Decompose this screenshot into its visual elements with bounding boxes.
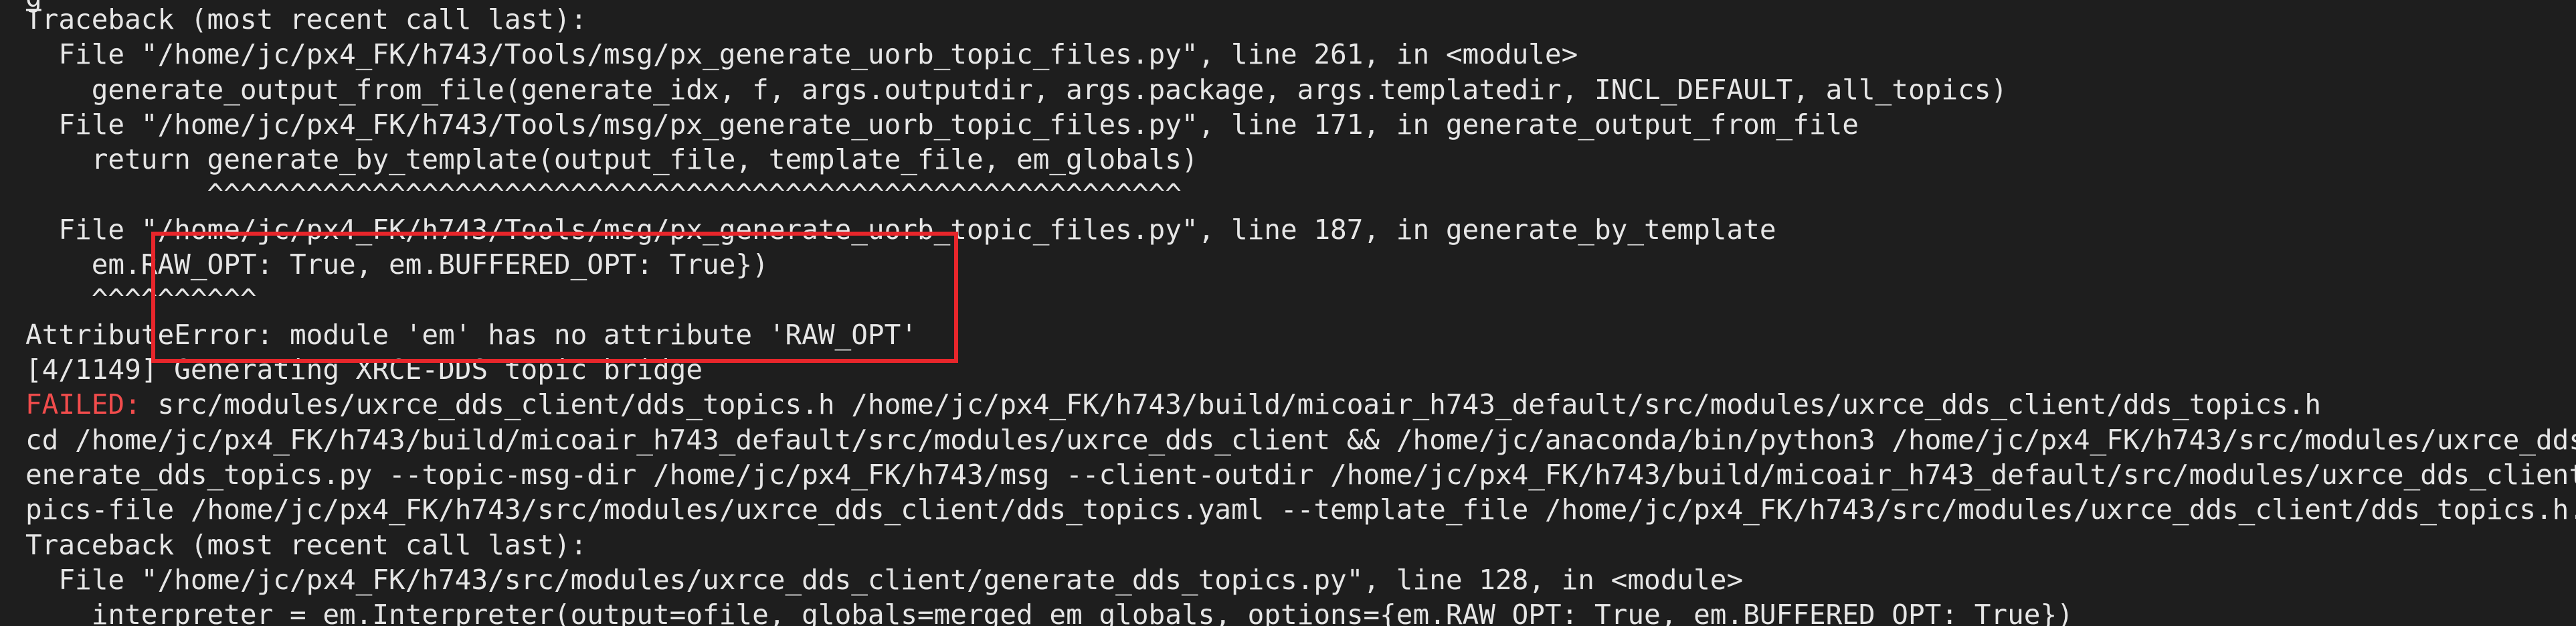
terminal-line-failed: FAILED: src/modules/uxrce_dds_client/dds…: [25, 387, 2321, 422]
terminal-line: Traceback (most recent call last):: [25, 2, 587, 37]
terminal-line: File "/home/jc/px4_FK/h743/Tools/msg/px_…: [25, 37, 1578, 72]
terminal-line-text: Traceback (most recent call last):: [25, 529, 587, 561]
terminal-line-text: File "/home/jc/px4_FK/h743/Tools/msg/px_…: [25, 38, 1578, 70]
terminal-line: enerate_dds_topics.py --topic-msg-dir /h…: [25, 457, 2576, 492]
terminal-line: AttributeError: module 'em' has no attri…: [25, 317, 917, 352]
terminal-line-text: pics-file /home/jc/px4_FK/h743/src/modul…: [25, 493, 2576, 526]
terminal-line-text: File "/home/jc/px4_FK/h743/Tools/msg/px_…: [25, 108, 1859, 141]
terminal-line-text: generate_output_from_file(generate_idx, …: [25, 74, 2008, 106]
terminal-line: ^^^^^^^^^^: [25, 282, 257, 317]
terminal-line: pics-file /home/jc/px4_FK/h743/src/modul…: [25, 492, 2576, 527]
terminal-line-text: [4/1149] Generating XRCE-DDS topic bridg…: [25, 354, 703, 386]
terminal-line: cd /home/jc/px4_FK/h743/build/micoair_h7…: [25, 422, 2576, 457]
terminal-line-text: ^^^^^^^^^^^^^^^^^^^^^^^^^^^^^^^^^^^^^^^^…: [25, 178, 1182, 210]
terminal-line: File "/home/jc/px4_FK/h743/src/modules/u…: [25, 562, 1743, 597]
terminal-line-text: interpreter = em.Interpreter(output=ofil…: [25, 599, 2074, 626]
terminal-line: File "/home/jc/px4_FK/h743/Tools/msg/px_…: [25, 212, 1776, 247]
terminal-line-text: em.RAW_OPT: True, em.BUFFERED_OPT: True}…: [25, 248, 769, 281]
terminal-line: ^^^^^^^^^^^^^^^^^^^^^^^^^^^^^^^^^^^^^^^^…: [25, 177, 1182, 212]
terminal-line: [4/1149] Generating XRCE-DDS topic bridg…: [25, 352, 703, 387]
terminal-line-text: return generate_by_template(output_file,…: [25, 143, 1198, 175]
terminal-line: return generate_by_template(output_file,…: [25, 142, 1198, 177]
terminal-line: Traceback (most recent call last):: [25, 528, 587, 562]
terminal-line: generate_output_from_file(generate_idx, …: [25, 72, 2007, 107]
failed-label: FAILED:: [25, 388, 141, 420]
terminal-line-text: ^^^^^^^^^^: [25, 283, 257, 315]
terminal-line: em.RAW_OPT: True, em.BUFFERED_OPT: True}…: [25, 247, 769, 282]
terminal-output[interactable]: gTraceback (most recent call last): File…: [0, 0, 2576, 626]
terminal-line-text: AttributeError: module 'em' has no attri…: [25, 319, 917, 351]
terminal-line-text: Traceback (most recent call last):: [25, 3, 587, 35]
terminal-line: File "/home/jc/px4_FK/h743/Tools/msg/px_…: [25, 107, 1859, 142]
terminal-line-text: File "/home/jc/px4_FK/h743/Tools/msg/px_…: [25, 214, 1776, 246]
terminal-line-text: File "/home/jc/px4_FK/h743/src/modules/u…: [25, 564, 1744, 596]
terminal-line-text: cd /home/jc/px4_FK/h743/build/micoair_h7…: [25, 424, 2576, 456]
terminal-line-text: enerate_dds_topics.py --topic-msg-dir /h…: [25, 459, 2576, 491]
terminal-line: interpreter = em.Interpreter(output=ofil…: [25, 597, 2074, 626]
terminal-line-text: src/modules/uxrce_dds_client/dds_topics.…: [141, 388, 2322, 420]
